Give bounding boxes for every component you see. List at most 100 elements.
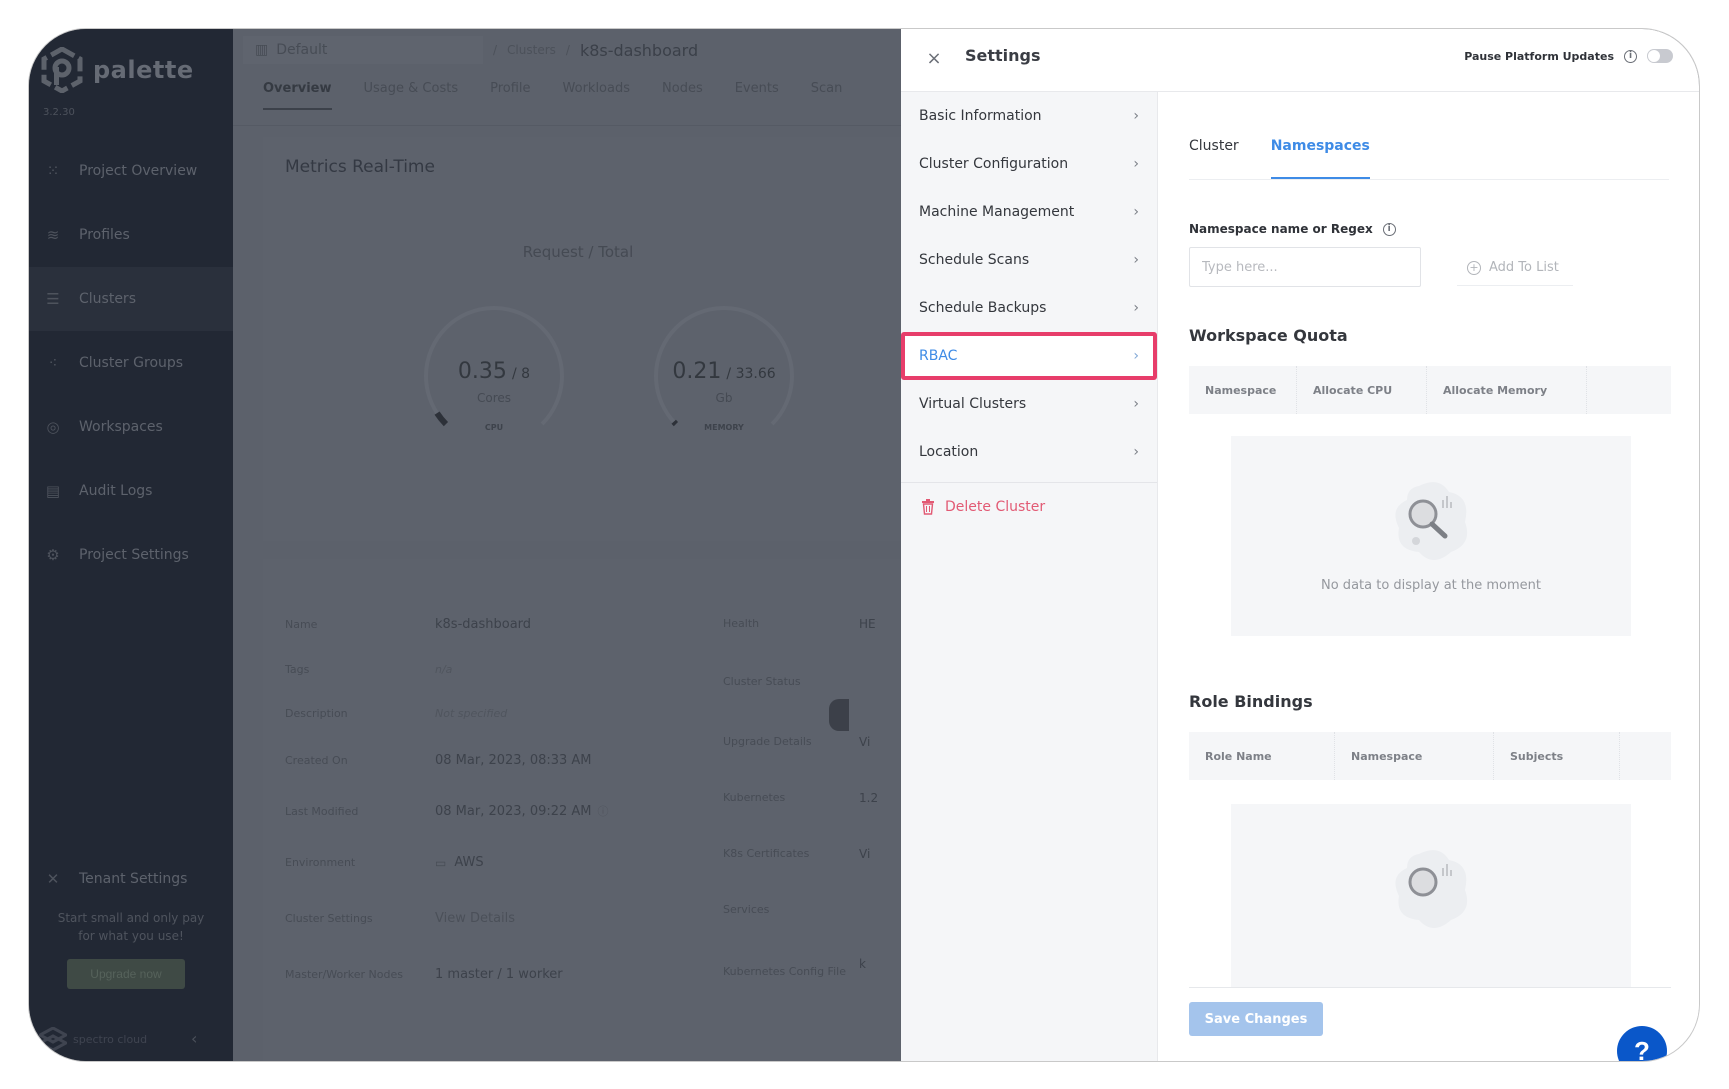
sidebar-item-label: Project Settings	[79, 547, 189, 563]
delete-cluster-button[interactable]: Delete Cluster	[901, 483, 1157, 531]
tab-cluster[interactable]: Cluster	[1189, 138, 1239, 179]
tab-nodes[interactable]: Nodes	[662, 81, 703, 110]
info-row-environment: Environment ▭ AWS	[285, 855, 484, 870]
settings-nav-rbac[interactable]: RBAC ›	[901, 332, 1157, 380]
settings-nav-schedule-backups[interactable]: Schedule Backups ›	[901, 284, 1157, 332]
app-window: palette 3.2.30 ⁙ Project Overview ≋ Prof…	[28, 28, 1700, 1062]
rbac-content: Cluster Namespaces Namespace name or Reg…	[1159, 92, 1699, 1061]
cluster-tabs: Overview Usage & Costs Profile Workloads…	[263, 81, 842, 110]
palette-logo-icon	[41, 47, 83, 93]
info-icon[interactable]: ⓘ	[598, 803, 609, 819]
sidebar-item-tenant-settings[interactable]: ✕ Tenant Settings	[29, 847, 233, 911]
info-value: k	[859, 957, 866, 971]
pause-updates-label: Pause Platform Updates	[1464, 49, 1614, 63]
column-header[interactable]: Role Name	[1189, 732, 1335, 780]
info-icon[interactable]: i	[1624, 49, 1637, 63]
trash-icon	[922, 499, 934, 515]
info-icon[interactable]: i	[1382, 222, 1396, 236]
tab-workloads[interactable]: Workloads	[563, 81, 630, 110]
info-label: Cluster Status	[723, 675, 801, 688]
cluster-info-card: Name k8s-dashboard Tags n/a Description …	[263, 559, 933, 1061]
add-to-list-button[interactable]: + Add To List	[1457, 250, 1573, 286]
gear-icon: ⚙	[46, 546, 60, 564]
column-header[interactable]: Subjects	[1494, 732, 1620, 780]
chevron-right-icon: ›	[1133, 156, 1139, 172]
tab-namespaces[interactable]: Namespaces	[1270, 138, 1370, 179]
upgrade-promo: Start small and only pay for what you us…	[29, 909, 233, 945]
settings-nav-cluster-configuration[interactable]: Cluster Configuration ›	[901, 140, 1157, 188]
tab-usage-costs[interactable]: Usage & Costs	[364, 81, 459, 110]
project-selector[interactable]: ▥ Default	[243, 36, 483, 64]
delete-cluster-label: Delete Cluster	[945, 499, 1046, 515]
settings-nav-virtual-clusters[interactable]: Virtual Clusters ›	[901, 380, 1157, 428]
info-value: HE	[859, 617, 876, 631]
pause-updates-toggle[interactable]	[1647, 49, 1673, 63]
cluster-groups-icon: ⁖	[48, 354, 58, 372]
info-row-created-on: Created On 08 Mar, 2023, 08:33 AM	[285, 753, 592, 768]
tab-scan[interactable]: Scan	[811, 81, 843, 110]
info-value: 1.2	[859, 791, 879, 805]
settings-nav-label: Schedule Backups	[919, 300, 1047, 316]
settings-nav-schedule-scans[interactable]: Schedule Scans ›	[901, 236, 1157, 284]
column-header[interactable]: Namespace	[1189, 366, 1297, 414]
tab-profile[interactable]: Profile	[490, 81, 530, 110]
sidebar-item-project-overview[interactable]: ⁙ Project Overview	[29, 139, 233, 203]
settings-nav-label: Cluster Configuration	[919, 156, 1069, 172]
sidebar-item-label: Cluster Groups	[79, 355, 184, 371]
memory-unit: Gb	[715, 391, 733, 405]
info-row-cluster-settings: Cluster Settings View Details	[285, 911, 515, 926]
upgrade-now-button[interactable]: Upgrade now	[67, 959, 185, 989]
role-bindings-empty-state	[1231, 804, 1631, 987]
sidebar-item-label: Profiles	[79, 227, 130, 243]
namespace-input[interactable]	[1189, 247, 1421, 287]
save-changes-button[interactable]: Save Changes	[1189, 1002, 1323, 1036]
cluster-status-badge	[829, 699, 849, 731]
settings-nav-location[interactable]: Location ›	[901, 428, 1157, 476]
settings-nav-basic-information[interactable]: Basic Information ›	[901, 92, 1157, 140]
logo[interactable]: palette	[41, 47, 194, 93]
info-label: Cluster Settings	[285, 912, 373, 925]
column-header[interactable]: Namespace	[1335, 732, 1494, 780]
settings-nav-label: Basic Information	[919, 108, 1042, 124]
chevron-right-icon: ›	[1133, 444, 1139, 460]
settings-nav-label: Schedule Scans	[919, 252, 1030, 268]
help-button[interactable]: ?	[1617, 1026, 1667, 1061]
sidebar-item-cluster-groups[interactable]: ⁖ Cluster Groups	[29, 331, 233, 395]
no-data-magnifier-icon	[1395, 482, 1468, 560]
rbac-tabs: Cluster Namespaces	[1189, 138, 1669, 180]
breadcrumb-clusters[interactable]: Clusters	[507, 43, 556, 57]
info-row-description: Description Not specified	[285, 707, 507, 720]
info-value: Vi	[859, 735, 871, 749]
tab-overview[interactable]: Overview	[263, 81, 332, 110]
sidebar-item-workspaces[interactable]: ◎ Workspaces	[29, 395, 233, 459]
info-value: Vi	[859, 847, 871, 861]
sidebar-item-label: Workspaces	[79, 419, 163, 435]
sidebar-item-profiles[interactable]: ≋ Profiles	[29, 203, 233, 267]
info-label: Name	[285, 618, 318, 631]
tab-events[interactable]: Events	[735, 81, 779, 110]
memory-gauge: 0.21 / 33.66 Gb MEMORY	[649, 301, 799, 451]
info-label: Upgrade Details	[723, 735, 812, 748]
info-row-last-modified: Last Modified 08 Mar, 2023, 09:22 AM ⓘ	[285, 803, 609, 819]
settings-nav-machine-management[interactable]: Machine Management ›	[901, 188, 1157, 236]
column-header[interactable]: Allocate Memory	[1427, 366, 1587, 414]
namespace-field-label: Namespace name or Regex i	[1189, 222, 1396, 236]
info-row-name: Name k8s-dashboard	[285, 617, 531, 632]
info-label: Tags	[285, 663, 310, 676]
sidebar-item-audit-logs[interactable]: ▤ Audit Logs	[29, 459, 233, 523]
sidebar-item-clusters[interactable]: ☰ Clusters	[29, 267, 233, 331]
chart-grid-icon: ⁙	[46, 162, 60, 180]
chevron-right-icon: ›	[1133, 204, 1139, 220]
info-label: Health	[723, 617, 760, 630]
info-label: Last Modified	[285, 804, 359, 818]
promo-line: Start small and only pay	[57, 911, 205, 925]
sidebar-item-project-settings[interactable]: ⚙ Project Settings	[29, 523, 233, 587]
settings-drawer: × Settings Pause Platform Updates i Basi…	[901, 29, 1699, 1061]
column-header[interactable]: Allocate CPU	[1297, 366, 1427, 414]
breadcrumb-current: k8s-dashboard	[579, 40, 699, 60]
view-details-link[interactable]: View Details	[435, 911, 515, 926]
close-icon[interactable]: ×	[923, 47, 945, 69]
collapse-sidebar-icon[interactable]: ‹	[191, 1029, 197, 1048]
info-value: Not specified	[435, 707, 508, 720]
info-value: 08 Mar, 2023, 09:22 AM	[435, 803, 592, 819]
